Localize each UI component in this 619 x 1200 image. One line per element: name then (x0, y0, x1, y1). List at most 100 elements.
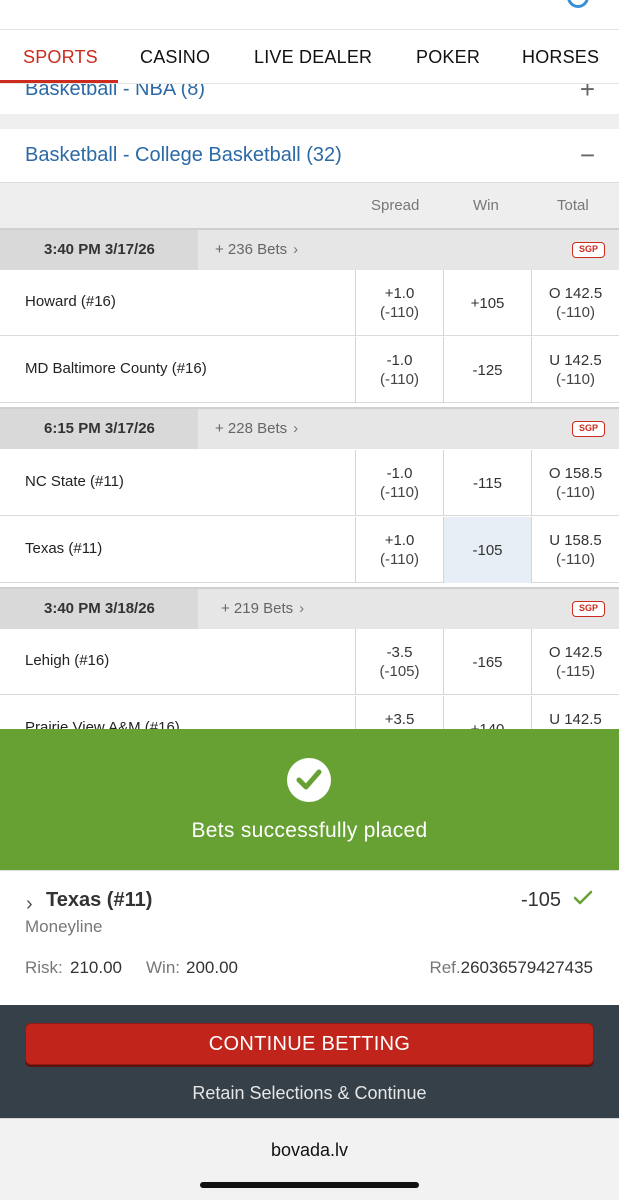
tab-live-dealer[interactable]: LIVE DEALER (254, 47, 372, 68)
team-row: Lehigh (#16) -3.5 (-105) -165 O 142.5 (-11… (0, 629, 619, 695)
spread-line: -1.0 (386, 465, 413, 482)
team-row: Howard (#16) +1.0 (-110) +105 O 142.5 (-11… (0, 270, 619, 336)
team-row: MD Baltimore County (#16) -1.0 (-110) -12… (0, 337, 619, 403)
total-price: (-110) (556, 551, 595, 568)
odds-column-header: Spread Win Total (0, 182, 619, 228)
total-odds-button[interactable]: U 158.5 (-110) (531, 517, 619, 583)
game-header[interactable]: 6:15 PM 3/17/26 + 228 Bets › SGP (0, 407, 619, 449)
sgp-badge[interactable]: SGP (571, 601, 605, 617)
account-icon[interactable] (567, 0, 589, 8)
game-time: 3:40 PM 3/18/26 (0, 589, 198, 629)
more-bets-label: + 219 Bets (221, 600, 294, 617)
win-value: 200.00 (186, 958, 238, 977)
bet-odds: -105 (520, 889, 561, 911)
total-odds-button[interactable]: O 142.5 (-115) (531, 629, 619, 695)
column-total: Total (557, 197, 589, 214)
risk-value: 210.00 (70, 958, 122, 977)
total-line: U 142.5 (549, 711, 602, 728)
ticket-reference: Ref.26036579427435 (429, 958, 593, 978)
receipt-actions: CONTINUE BETTING Retain Selections & Con… (0, 1005, 619, 1118)
collapse-icon[interactable]: − (580, 140, 595, 171)
chevron-right-icon[interactable]: › (26, 893, 33, 916)
column-spread: Spread (371, 197, 420, 214)
tab-poker[interactable]: POKER (416, 47, 480, 68)
spread-odds-button[interactable]: +1.0 (-110) (355, 517, 443, 583)
success-message: Bets successfully placed (191, 819, 428, 842)
team-name: Lehigh (#16) (25, 652, 110, 669)
team-name: Howard (#16) (25, 293, 116, 310)
url-text[interactable]: bovada.lv (0, 1140, 619, 1161)
game-header[interactable]: 3:40 PM 3/17/26 + 236 Bets › SGP (0, 228, 619, 270)
total-line: O 142.5 (548, 285, 603, 302)
spread-price: (-110) (380, 551, 419, 568)
retain-selections-link[interactable]: Retain Selections & Continue (0, 1083, 619, 1104)
moneyline-price: -105 (472, 541, 503, 559)
total-price: (-115) (556, 663, 595, 680)
moneyline-price: +105 (470, 294, 505, 312)
section-gap (0, 114, 619, 129)
more-bets-label: + 228 Bets (215, 420, 288, 437)
chevron-right-icon: › (299, 600, 305, 617)
ref-label: Ref. (429, 958, 461, 977)
sgp-badge[interactable]: SGP (571, 421, 605, 437)
home-indicator[interactable] (200, 1182, 419, 1188)
more-bets-link[interactable]: + 236 Bets › (215, 230, 298, 270)
total-line: U 142.5 (549, 352, 602, 369)
spread-price: (-105) (379, 663, 420, 680)
spread-odds-button[interactable]: -3.5 (-105) (355, 629, 443, 695)
more-bets-link[interactable]: + 219 Bets › (221, 589, 304, 629)
success-banner: Bets successfully placed (0, 729, 619, 870)
total-price: (-110) (556, 484, 595, 501)
confirmed-check-icon (573, 889, 593, 912)
moneyline-odds-button[interactable]: +105 (443, 270, 531, 336)
top-strip (0, 0, 619, 30)
continue-betting-button[interactable]: CONTINUE BETTING (25, 1023, 594, 1065)
spread-line: +1.0 (384, 532, 415, 549)
sport-title: Basketball - College Basketball (32) (25, 144, 342, 166)
total-odds-button[interactable]: U 142.5 (-110) (531, 337, 619, 403)
total-line: O 142.5 (548, 644, 603, 661)
spread-odds-button[interactable]: -1.0 (-110) (355, 337, 443, 403)
more-bets-link[interactable]: + 228 Bets › (215, 409, 298, 449)
sport-row-college[interactable]: Basketball - College Basketball (32) − (0, 129, 619, 182)
moneyline-odds-button-selected[interactable]: -105 (443, 517, 531, 583)
chevron-right-icon: › (293, 241, 299, 258)
game-header[interactable]: 3:40 PM 3/18/26 + 219 Bets › SGP (0, 587, 619, 629)
moneyline-price: -165 (472, 653, 503, 671)
moneyline-price: -125 (472, 361, 503, 379)
bet-receipt: › Texas (#11) -105 Moneyline Risk: 210.0… (0, 870, 619, 1005)
spread-line: +3.5 (384, 711, 415, 728)
sgp-badge[interactable]: SGP (571, 242, 605, 258)
moneyline-odds-button[interactable]: -125 (443, 337, 531, 403)
spread-line: -3.5 (386, 644, 413, 661)
total-line: U 158.5 (549, 532, 602, 549)
team-row: NC State (#11) -1.0 (-110) -115 O 158.5 (-… (0, 450, 619, 516)
moneyline-odds-button[interactable]: -165 (443, 629, 531, 695)
more-bets-label: + 236 Bets (215, 241, 288, 258)
total-price: (-110) (556, 371, 595, 388)
spread-odds-button[interactable]: +1.0 (-110) (355, 270, 443, 336)
total-odds-button[interactable]: O 158.5 (-110) (531, 450, 619, 516)
spread-odds-button[interactable]: -1.0 (-110) (355, 450, 443, 516)
spread-price: (-110) (380, 484, 419, 501)
browser-address-bar: bovada.lv (0, 1118, 619, 1200)
moneyline-price: -115 (473, 474, 502, 492)
spread-line: +1.0 (384, 285, 415, 302)
tab-casino[interactable]: CASINO (140, 47, 210, 68)
total-odds-button[interactable]: O 142.5 (-110) (531, 270, 619, 336)
team-name: MD Baltimore County (#16) (25, 360, 207, 377)
main-nav: SPORTS CASINO LIVE DEALER POKER HORSES (0, 30, 619, 84)
moneyline-odds-button[interactable]: -115 (443, 450, 531, 516)
team-name: NC State (#11) (25, 473, 124, 490)
success-check-icon (287, 758, 331, 802)
spread-price: (-110) (380, 304, 419, 321)
active-tab-indicator (0, 80, 118, 83)
total-line: O 158.5 (548, 465, 603, 482)
team-name: Texas (#11) (25, 540, 103, 557)
risk-label: Risk: (25, 958, 63, 977)
game-time: 3:40 PM 3/17/26 (0, 230, 198, 270)
bet-selection[interactable]: Texas (#11) (46, 889, 152, 912)
win-label: Win: (146, 958, 180, 977)
tab-sports[interactable]: SPORTS (23, 47, 98, 68)
tab-horses[interactable]: HORSES (522, 47, 599, 68)
